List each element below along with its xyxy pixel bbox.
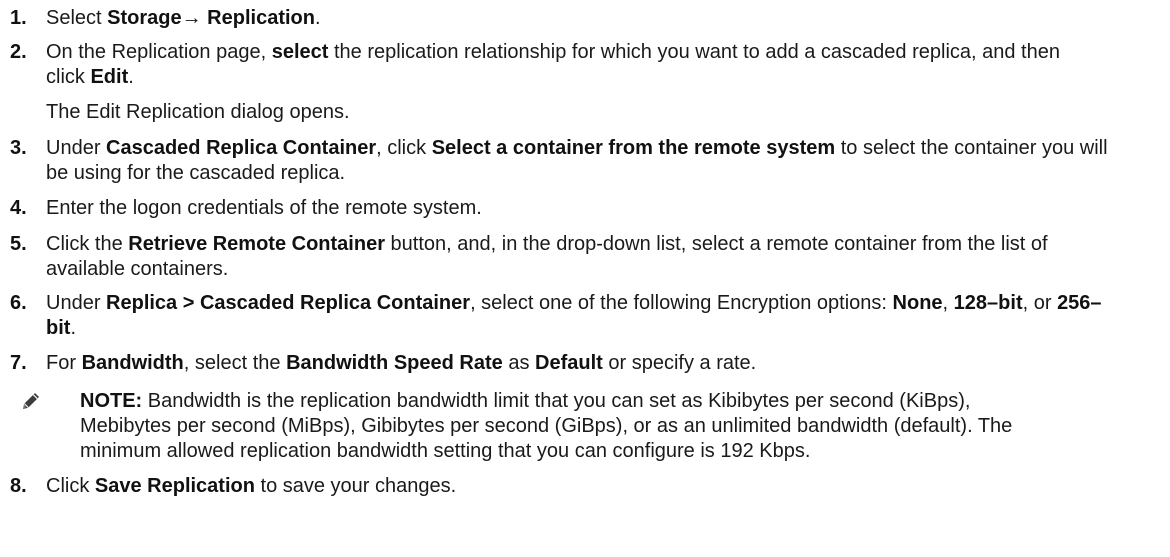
emphasis: None <box>892 292 943 314</box>
text-line: NOTE: Bandwidth is the replication bandw… <box>80 389 1170 414</box>
emphasis: Storage→ Replication <box>107 7 315 29</box>
text-line: available containers. <box>46 257 1170 282</box>
text-line: Enter the logon credentials of the remot… <box>46 196 1170 221</box>
text-line: On the Replication page, select the repl… <box>46 40 1170 65</box>
emphasis: 256– <box>1057 292 1102 314</box>
step-number: 5. <box>10 233 27 255</box>
text-run: Select <box>46 7 108 29</box>
step-result: The Edit Replication dialog opens. <box>46 101 350 123</box>
emphasis: 128–bit <box>953 292 1023 314</box>
step-number: 8. <box>10 475 27 497</box>
emphasis: Edit <box>90 66 129 88</box>
emphasis: Bandwidth Speed Rate <box>286 352 503 374</box>
step-4: 4. Enter the logon credentials of the re… <box>0 196 1170 221</box>
step-text: Under Replica > Cascaded Replica Contain… <box>46 291 1170 341</box>
emphasis: Bandwidth <box>81 352 184 374</box>
text-run: be using for the cascaded replica. <box>46 162 346 184</box>
step-text: On the Replication page, select the repl… <box>46 40 1170 125</box>
text-run: Bandwidth is the replication bandwidth l… <box>142 390 971 412</box>
step-text: Under Cascaded Replica Container, click … <box>46 136 1170 186</box>
emphasis: bit <box>46 317 71 339</box>
step-8: 8. Click Save Replication to save your c… <box>0 474 1170 499</box>
step-number: 3. <box>10 137 27 159</box>
text-line: click Edit. <box>46 65 1170 90</box>
text-line: be using for the cascaded replica. <box>46 161 1170 186</box>
note-label: NOTE: <box>80 390 143 412</box>
text-line: Select Storage→ Replication. <box>46 6 1170 31</box>
text-run: to select the container you will <box>835 137 1108 159</box>
step-6: 6. Under Replica > Cascaded Replica Cont… <box>0 291 1170 341</box>
text-run: On the Replication page, <box>46 41 272 63</box>
text-run: Mebibytes per second (MiBps), Gibibytes … <box>80 415 1013 437</box>
emphasis: Retrieve Remote Container <box>128 233 385 255</box>
text-run: , select the <box>183 352 287 374</box>
step-7: 7. For Bandwidth, select the Bandwidth S… <box>0 351 1170 464</box>
emphasis: Save Replication <box>94 475 255 497</box>
emphasis: Cascaded Replica Container <box>106 137 377 159</box>
text-run: the replication relationship for which y… <box>328 41 1060 63</box>
pencil-note-icon <box>22 392 40 410</box>
text-run: or specify a rate. <box>602 352 757 374</box>
text-run: . <box>314 7 321 29</box>
step-text: Click Save Replication to save your chan… <box>46 474 1170 499</box>
text-run: as <box>502 352 536 374</box>
text-run: click <box>46 66 91 88</box>
text-line: bit. <box>46 316 1170 341</box>
step-number: 6. <box>10 292 27 314</box>
text-run: available containers. <box>46 258 229 280</box>
text-run: , select one of the following Encryption… <box>470 292 893 314</box>
note: NOTE: Bandwidth is the replication bandw… <box>23 389 1170 464</box>
step-text: Select Storage→ Replication. <box>46 6 1170 31</box>
step-number: 7. <box>10 352 27 374</box>
text-run: Click the <box>46 233 129 255</box>
text-line: minimum allowed replication bandwidth se… <box>80 439 1170 464</box>
text-run: Under <box>46 137 107 159</box>
text-line: Mebibytes per second (MiBps), Gibibytes … <box>80 414 1170 439</box>
step-text: Click the Retrieve Remote Container butt… <box>46 232 1170 282</box>
text-run: , or <box>1022 292 1058 314</box>
text-line: Under Cascaded Replica Container, click … <box>46 136 1170 161</box>
emphasis: Replica > Cascaded Replica Container <box>106 292 471 314</box>
text-run: minimum allowed replication bandwidth se… <box>80 440 811 462</box>
emphasis: select <box>271 41 329 63</box>
step-number: 1. <box>10 7 27 29</box>
step-1: 1. Select Storage→ Replication. <box>0 6 1170 31</box>
text-line: Click Save Replication to save your chan… <box>46 474 1170 499</box>
step-number: 4. <box>10 197 27 219</box>
step-number: 2. <box>10 41 27 63</box>
text-run: . <box>128 66 134 88</box>
text-run: . <box>70 317 76 339</box>
emphasis: Select a container from the remote syste… <box>431 137 836 159</box>
text-run: For <box>46 352 82 374</box>
step-3: 3. Under Cascaded Replica Container, cli… <box>0 136 1170 186</box>
text-run: Click <box>46 475 95 497</box>
text-run: Under <box>46 292 107 314</box>
emphasis: Default <box>535 352 603 374</box>
step-5: 5. Click the Retrieve Remote Container b… <box>0 232 1170 282</box>
step-2: 2. On the Replication page, select the r… <box>0 40 1170 125</box>
step-text: For Bandwidth, select the Bandwidth Spee… <box>23 351 1170 464</box>
step-text: Enter the logon credentials of the remot… <box>46 196 1170 221</box>
text-run: button, and, in the drop-down list, sele… <box>385 233 1048 255</box>
text-line: For Bandwidth, select the Bandwidth Spee… <box>46 351 1170 376</box>
text-line: Click the Retrieve Remote Container butt… <box>46 232 1170 257</box>
text-run: , click <box>376 137 432 159</box>
text-run: to save your changes. <box>254 475 457 497</box>
text-run: , <box>942 292 954 314</box>
text-line: Under Replica > Cascaded Replica Contain… <box>46 291 1170 316</box>
text-run: Enter the logon credentials of the remot… <box>46 197 482 219</box>
